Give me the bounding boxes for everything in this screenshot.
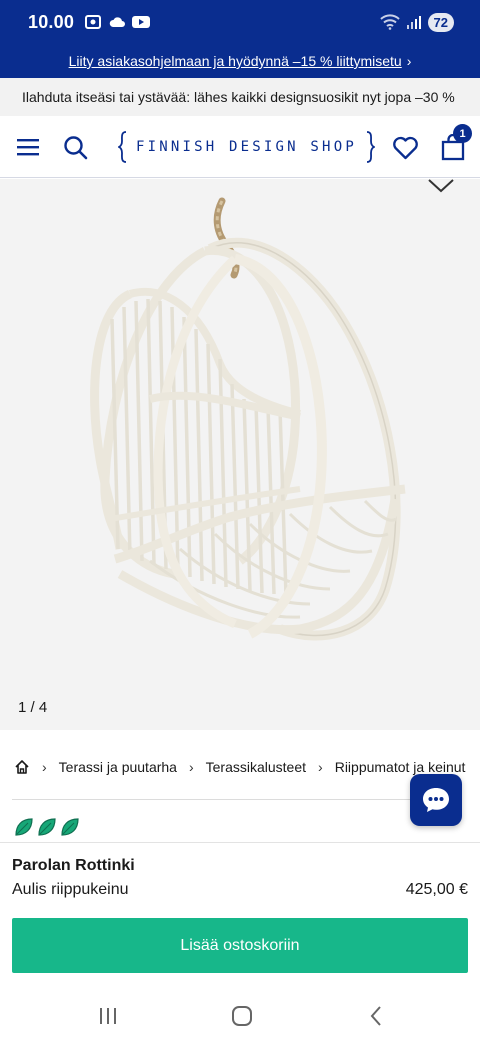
promo-link[interactable]: Liity asiakasohjelmaan ja hyödynnä –15 %… (69, 53, 402, 69)
site-logo[interactable]: FINNISH DESIGN SHOP (118, 128, 375, 166)
hanging-chair-image (90, 197, 406, 641)
home-circle-icon (232, 1006, 252, 1026)
logo-right-brace (366, 131, 375, 163)
screenshot-icon (85, 15, 102, 29)
product-brand[interactable]: Parolan Rottinki (12, 857, 135, 875)
eco-rating[interactable] (14, 817, 80, 837)
recent-apps-icon (100, 1008, 116, 1024)
menu-icon[interactable] (15, 134, 41, 160)
leaf-icon (15, 818, 33, 836)
product-name: Aulis riippukeinu (12, 881, 129, 898)
site-header: FINNISH DESIGN SHOP 1 (0, 116, 480, 178)
search-icon[interactable] (62, 134, 88, 160)
back-button[interactable] (356, 1002, 396, 1030)
purchase-panel: Parolan Rottinki Aulis riippukeinu 425,0… (0, 842, 480, 992)
battery-indicator: 72 (427, 12, 454, 32)
chat-bubble-icon (423, 788, 449, 812)
cloud-icon (109, 17, 126, 27)
status-notification-icons (84, 14, 151, 30)
info-strip-text: Ilahduta itseäsi tai ystävää: lähes kaik… (22, 89, 455, 105)
back-icon (370, 1006, 381, 1026)
breadcrumb-separator: › (188, 759, 194, 775)
home-icon[interactable] (14, 759, 30, 775)
add-to-cart-label: Lisää ostoskoriin (180, 936, 300, 954)
cart-icon[interactable]: 1 (440, 124, 472, 162)
breadcrumb-item[interactable]: Terassikalusteet (206, 759, 306, 775)
home-button[interactable] (222, 1002, 262, 1030)
cart-count-badge: 1 (453, 124, 472, 143)
status-bar: 10.00 72 (0, 0, 480, 44)
leaf-icon (61, 818, 79, 836)
breadcrumb: › Terassi ja puutarha › Terassikalusteet… (0, 750, 480, 784)
breadcrumb-separator: › (42, 759, 47, 775)
promo-chevron: › (406, 53, 412, 69)
breadcrumb-separator: › (318, 759, 323, 775)
add-to-cart-button[interactable]: Lisää ostoskoriin (12, 918, 468, 973)
recent-apps-button[interactable] (88, 1002, 128, 1030)
status-time: 10.00 (28, 11, 75, 32)
logo-left-brace (118, 131, 127, 163)
status-system-icons: 72 (379, 12, 454, 32)
breadcrumb-item[interactable]: Riippumatot ja keinut (335, 759, 466, 775)
promo-banner[interactable]: Liity asiakasohjelmaan ja hyödynnä –15 %… (0, 44, 480, 78)
chat-button[interactable] (410, 774, 462, 826)
divider (12, 799, 462, 800)
heart-icon[interactable] (391, 135, 419, 161)
signal-icon (406, 16, 421, 29)
info-strip: Ilahduta itseäsi tai ystävää: lähes kaik… (0, 78, 480, 116)
product-price: 425,00 € (405, 881, 468, 898)
logo-text: FINNISH DESIGN SHOP (136, 139, 357, 155)
image-counter: 1 / 4 (18, 699, 48, 716)
system-nav-bar (0, 992, 480, 1040)
breadcrumb-item[interactable]: Terassi ja puutarha (59, 759, 177, 775)
leaf-icon (38, 818, 56, 836)
wifi-icon (379, 14, 400, 30)
product-image-gallery[interactable]: 1 / 4 (0, 179, 480, 730)
youtube-icon (132, 16, 151, 28)
